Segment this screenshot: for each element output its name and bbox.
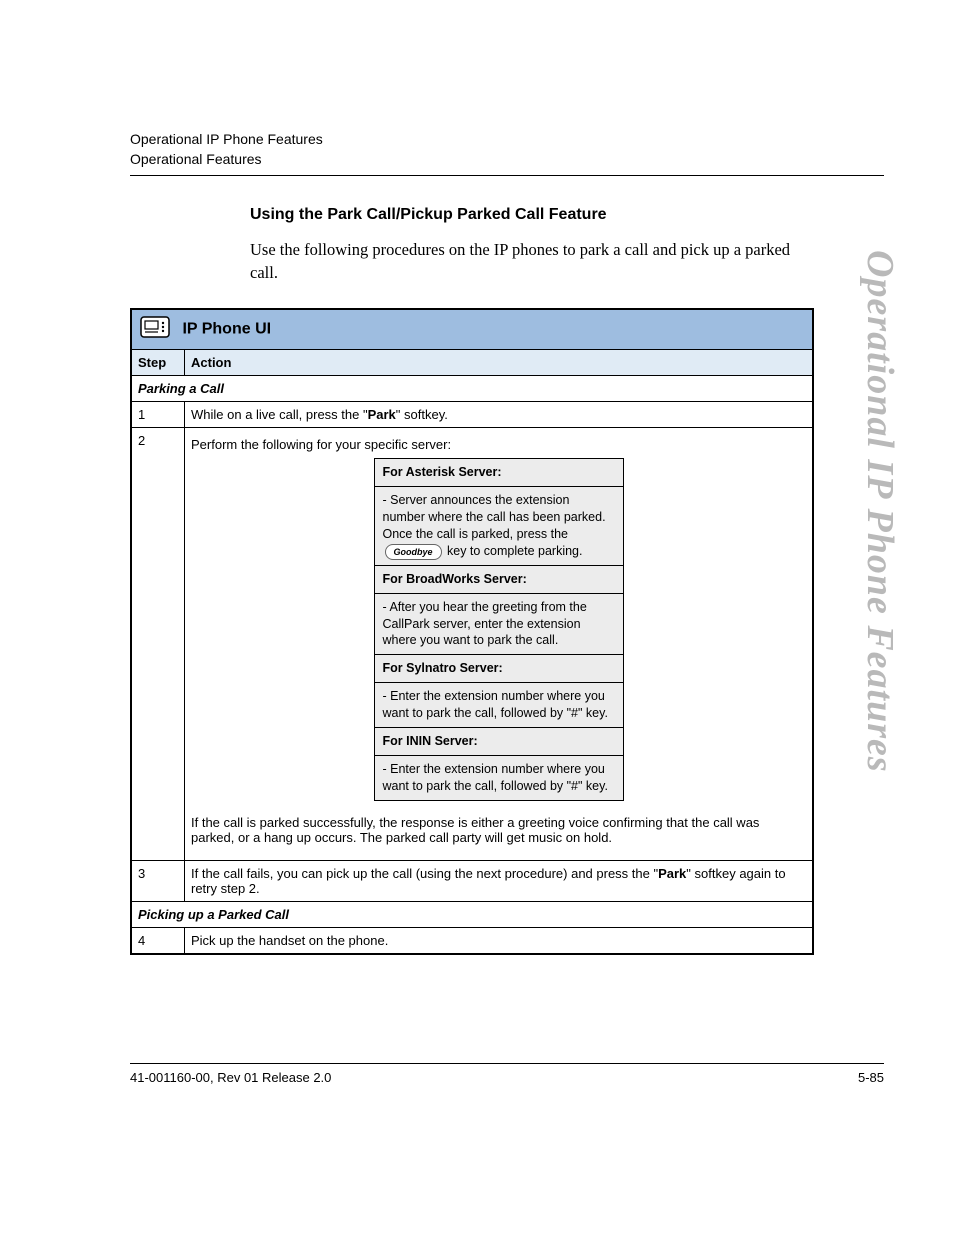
table-row: 3 If the call fails, you can pick up the… [131,860,813,901]
table-title-cell: IP Phone UI [131,309,813,350]
text-fragment: If the call fails, you can pick up the c… [191,866,658,881]
step-number: 2 [131,428,185,860]
subhead-parking: Parking a Call [131,376,813,402]
step-action: Perform the following for your specific … [185,428,814,860]
server-heading: For Sylnatro Server: [374,655,623,683]
header-line-1: Operational IP Phone Features [130,130,884,150]
server-table: For Asterisk Server: - Server announces … [374,458,624,800]
step2-after: If the call is parked successfully, the … [191,815,806,845]
header-rule [130,175,884,176]
server-heading: For ININ Server: [374,727,623,755]
server-body: - After you hear the greeting from the C… [374,593,623,655]
text-fragment: - Server announces the extension number … [383,493,606,541]
text-fragment: " softkey. [396,407,448,422]
goodbye-key-icon: Goodbye [385,544,442,560]
phone-ui-icon [140,316,170,343]
procedure-table: IP Phone UI Step Action Parking a Call 1… [130,308,814,954]
table-row: 2 Perform the following for your specifi… [131,428,813,860]
side-watermark: Operational IP Phone Features [858,250,902,773]
server-body: - Enter the extension number where you w… [374,683,623,728]
softkey-name: Park [368,407,396,422]
step-action: Pick up the handset on the phone. [185,927,814,954]
th-action: Action [185,350,814,376]
footer-rule [130,1063,884,1064]
step-action: While on a live call, press the "Park" s… [185,402,814,428]
server-body: - Enter the extension number where you w… [374,755,623,800]
text-fragment: key to complete parking. [444,544,583,558]
footer-right: 5-85 [858,1070,884,1085]
step2-intro: Perform the following for your specific … [191,437,806,452]
section-heading: Using the Park Call/Pickup Parked Call F… [250,206,884,224]
step-action: If the call fails, you can pick up the c… [185,860,814,901]
step-number: 4 [131,927,185,954]
softkey-name: Park [658,866,686,881]
text-fragment: While on a live call, press the " [191,407,368,422]
header-line-2: Operational Features [130,150,884,170]
table-row: 4 Pick up the handset on the phone. [131,927,813,954]
table-row: 1 While on a live call, press the "Park"… [131,402,813,428]
th-step: Step [131,350,185,376]
server-heading: For BroadWorks Server: [374,565,623,593]
server-heading: For Asterisk Server: [374,459,623,487]
table-title-text: IP Phone UI [182,321,271,338]
server-body: - Server announces the extension number … [374,487,623,566]
footer-left: 41-001160-00, Rev 01 Release 2.0 [130,1070,331,1085]
section-intro: Use the following procedures on the IP p… [250,238,810,284]
subhead-picking: Picking up a Parked Call [131,901,813,927]
step-number: 1 [131,402,185,428]
step-number: 3 [131,860,185,901]
